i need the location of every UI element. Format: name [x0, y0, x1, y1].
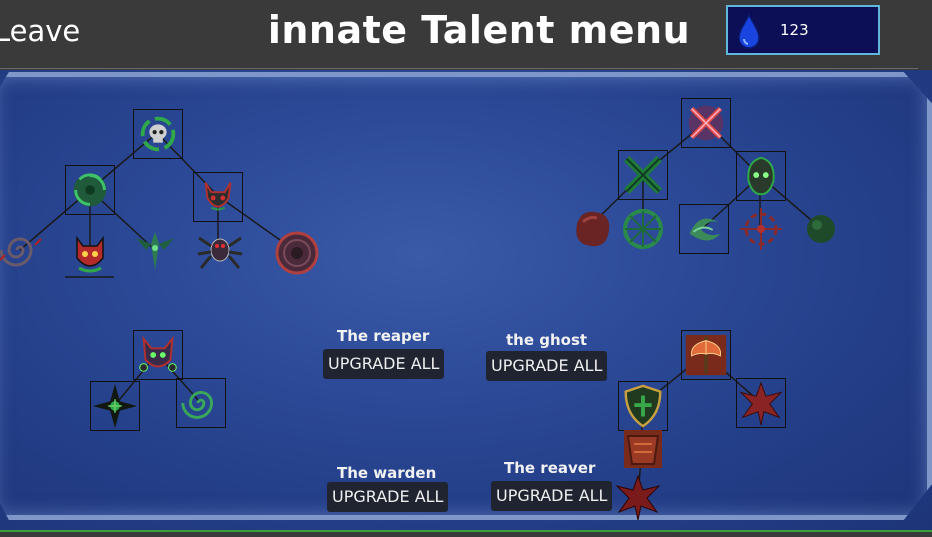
spiked-demon-talent-icon[interactable] — [133, 330, 183, 380]
skull-talent-icon[interactable] — [133, 109, 183, 159]
group-label-warden: The warden — [337, 464, 437, 482]
red-cross-talent-icon[interactable] — [613, 472, 663, 522]
group-label-reaver: The reaver — [504, 459, 596, 477]
vortex-talent-icon[interactable] — [65, 165, 115, 215]
swirl-talent-icon[interactable] — [679, 204, 729, 254]
group-label-reaper: The reaper — [337, 327, 430, 345]
upgrade-all-reaper-button[interactable]: UPGRADE ALL — [323, 349, 445, 379]
currency-display: 123 — [726, 5, 880, 55]
crosshair-talent-icon[interactable] — [736, 204, 786, 254]
red-blob-talent-icon[interactable] — [567, 204, 617, 254]
demon-head-talent-icon[interactable] — [65, 228, 115, 278]
currency-value: 123 — [780, 21, 809, 39]
horned-mask-talent-icon[interactable] — [193, 172, 243, 222]
header-divider — [0, 68, 918, 69]
upgrade-all-ghost-button[interactable]: UPGRADE ALL — [486, 351, 608, 381]
ring-orb-talent-icon[interactable] — [272, 228, 322, 278]
spider-talent-icon[interactable] — [195, 226, 245, 276]
group-label-ghost: the ghost — [506, 331, 588, 349]
ghost-mask-talent-icon[interactable] — [736, 151, 786, 201]
green-x-talent-icon[interactable] — [618, 150, 668, 200]
water-drop-icon — [738, 13, 760, 49]
upgrade-all-reaver-button[interactable]: UPGRADE ALL — [491, 481, 613, 511]
bottom-strip — [0, 532, 932, 537]
upgrade-all-warden-button[interactable]: UPGRADE ALL — [327, 482, 449, 512]
compass-arrows-talent-icon[interactable] — [90, 381, 140, 431]
spiral-talent-icon[interactable] — [0, 225, 45, 275]
rune-circle-talent-icon[interactable] — [618, 204, 668, 254]
green-swirl-talent-icon[interactable] — [176, 378, 226, 428]
axe-talent-icon[interactable] — [681, 330, 731, 380]
red-gauntlet-talent-icon[interactable] — [618, 424, 668, 474]
red-star-talent-icon[interactable] — [736, 378, 786, 428]
top-bar: Leave innate Talent menu 123 — [0, 0, 932, 68]
crossed-blades-talent-icon[interactable] — [681, 98, 731, 148]
winged-totem-talent-icon[interactable] — [130, 226, 180, 276]
green-orb-talent-icon[interactable] — [796, 204, 846, 254]
